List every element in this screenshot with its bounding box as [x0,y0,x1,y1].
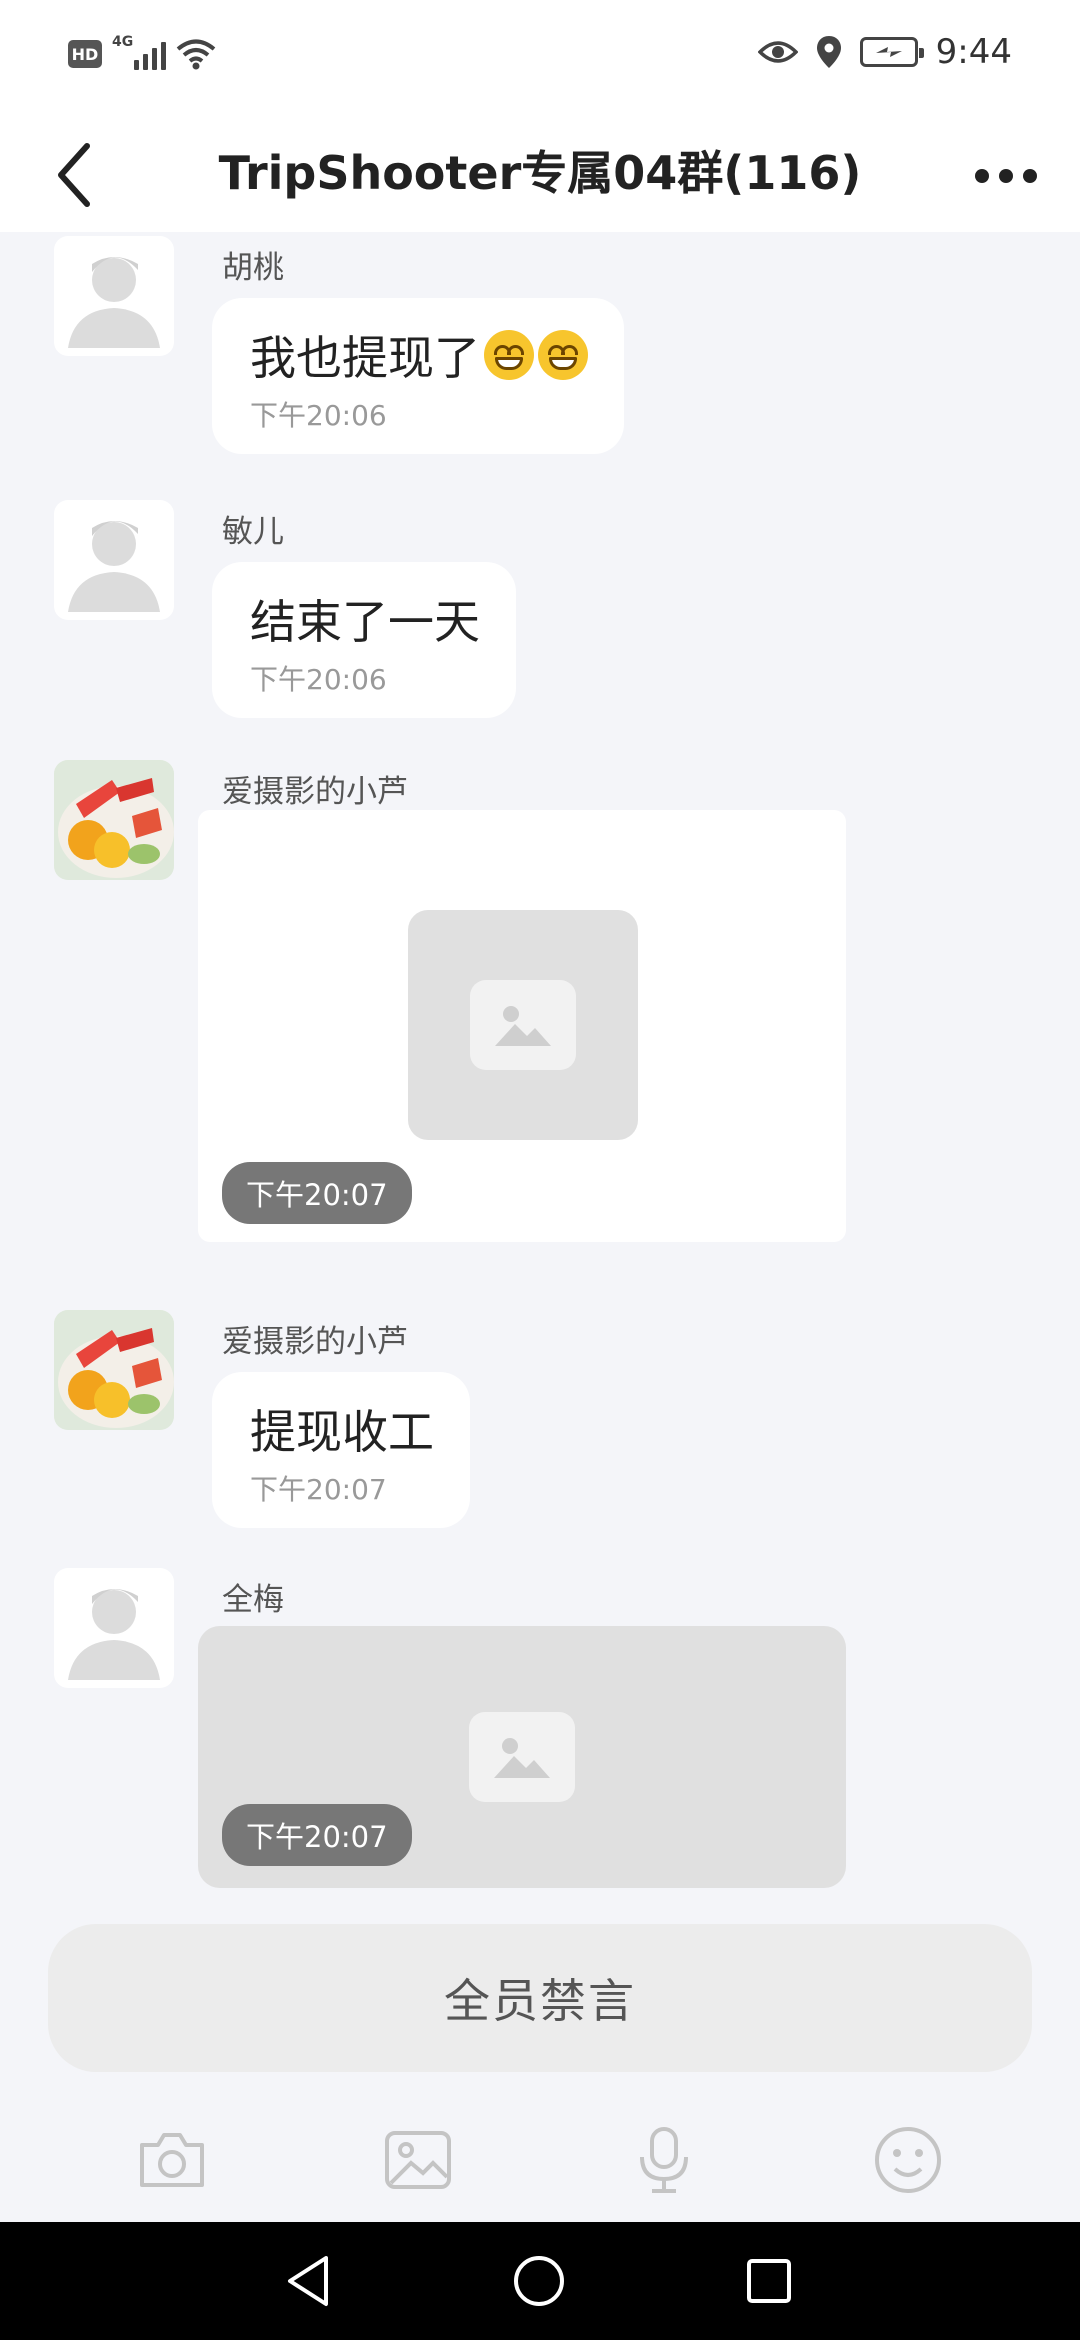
nav-home-button[interactable] [502,2244,576,2318]
battery-icon [859,37,924,67]
page-title: TripShooter专属04群(116) [218,146,862,200]
status-right: 9:44 [757,32,1012,72]
image-placeholder-icon [470,980,576,1070]
message-time: 下午20:07 [250,1473,387,1506]
more-options-button[interactable] [966,146,1046,206]
sender-name: 全梅 [222,1582,284,1618]
fruit-photo-avatar[interactable] [54,1310,174,1430]
image-message[interactable]: 下午20:07 [198,1626,846,1888]
camera-button[interactable] [122,2110,222,2210]
image-message[interactable]: 下午20:07 [198,810,846,1242]
image-placeholder [408,910,638,1140]
message-bubble[interactable]: 结束了一天 下午20:06 [212,562,516,718]
gallery-button[interactable] [368,2110,468,2210]
eye-icon [757,41,798,63]
nav-recents-button[interactable] [732,2244,806,2318]
chat-header: TripShooter专属04群(116) [0,118,1080,232]
input-toolbar [0,2098,1080,2222]
sender-name: 胡桃 [222,250,284,286]
chat-list[interactable]: 胡桃 我也提现了 下午20:06 敏儿 结束了一天 下午20:06 爱摄影的小芦… [0,232,1080,1922]
square-recents-icon [747,2259,791,2303]
system-nav-bar [0,2222,1080,2340]
fruit-photo-avatar[interactable] [54,760,174,880]
triangle-back-icon [288,2256,328,2306]
microphone-icon [640,2127,688,2193]
grin-emoji-icon [484,330,534,380]
message-bubble[interactable]: 提现收工 下午20:07 [212,1372,470,1528]
status-time: 9:44 [935,32,1012,72]
message-time-pill: 下午20:07 [222,1162,412,1224]
more-dot [1023,169,1037,183]
message-text: 结束了一天 [250,595,480,649]
camera-icon [140,2133,204,2187]
message-time: 下午20:06 [250,399,387,432]
grin-emoji-icon [538,330,588,380]
message-text: 提现收工 [250,1405,434,1459]
wifi-icon [176,39,216,70]
circle-home-icon [514,2256,564,2306]
sender-name: 敏儿 [222,514,284,550]
hd-badge: HD [68,40,102,68]
network-type-label: 4G [112,34,134,50]
signal-icon: 4G [112,34,166,70]
emoji-icon [875,2127,941,2193]
sender-name: 爱摄影的小芦 [222,774,408,810]
more-dot [999,169,1013,183]
mute-all-banner: 全员禁言 [48,1924,1032,2072]
message-text: 我也提现了 [250,331,480,385]
status-left: HD 4G [68,34,216,70]
default-avatar-icon[interactable] [54,236,174,356]
status-bar: HD 4G 9:44 [0,0,1080,118]
message-time: 下午20:06 [250,663,387,696]
sender-name: 爱摄影的小芦 [222,1324,408,1360]
default-avatar-icon[interactable] [54,500,174,620]
location-icon [816,36,841,68]
more-dot [975,169,989,183]
message-bubble[interactable]: 我也提现了 下午20:06 [212,298,624,454]
image-placeholder-icon [469,1712,575,1802]
default-avatar-icon[interactable] [54,1568,174,1688]
nav-back-button[interactable] [272,2244,346,2318]
voice-button[interactable] [614,2110,714,2210]
image-icon [385,2131,451,2189]
emoji-button[interactable] [858,2110,958,2210]
message-time-pill: 下午20:07 [222,1804,412,1866]
